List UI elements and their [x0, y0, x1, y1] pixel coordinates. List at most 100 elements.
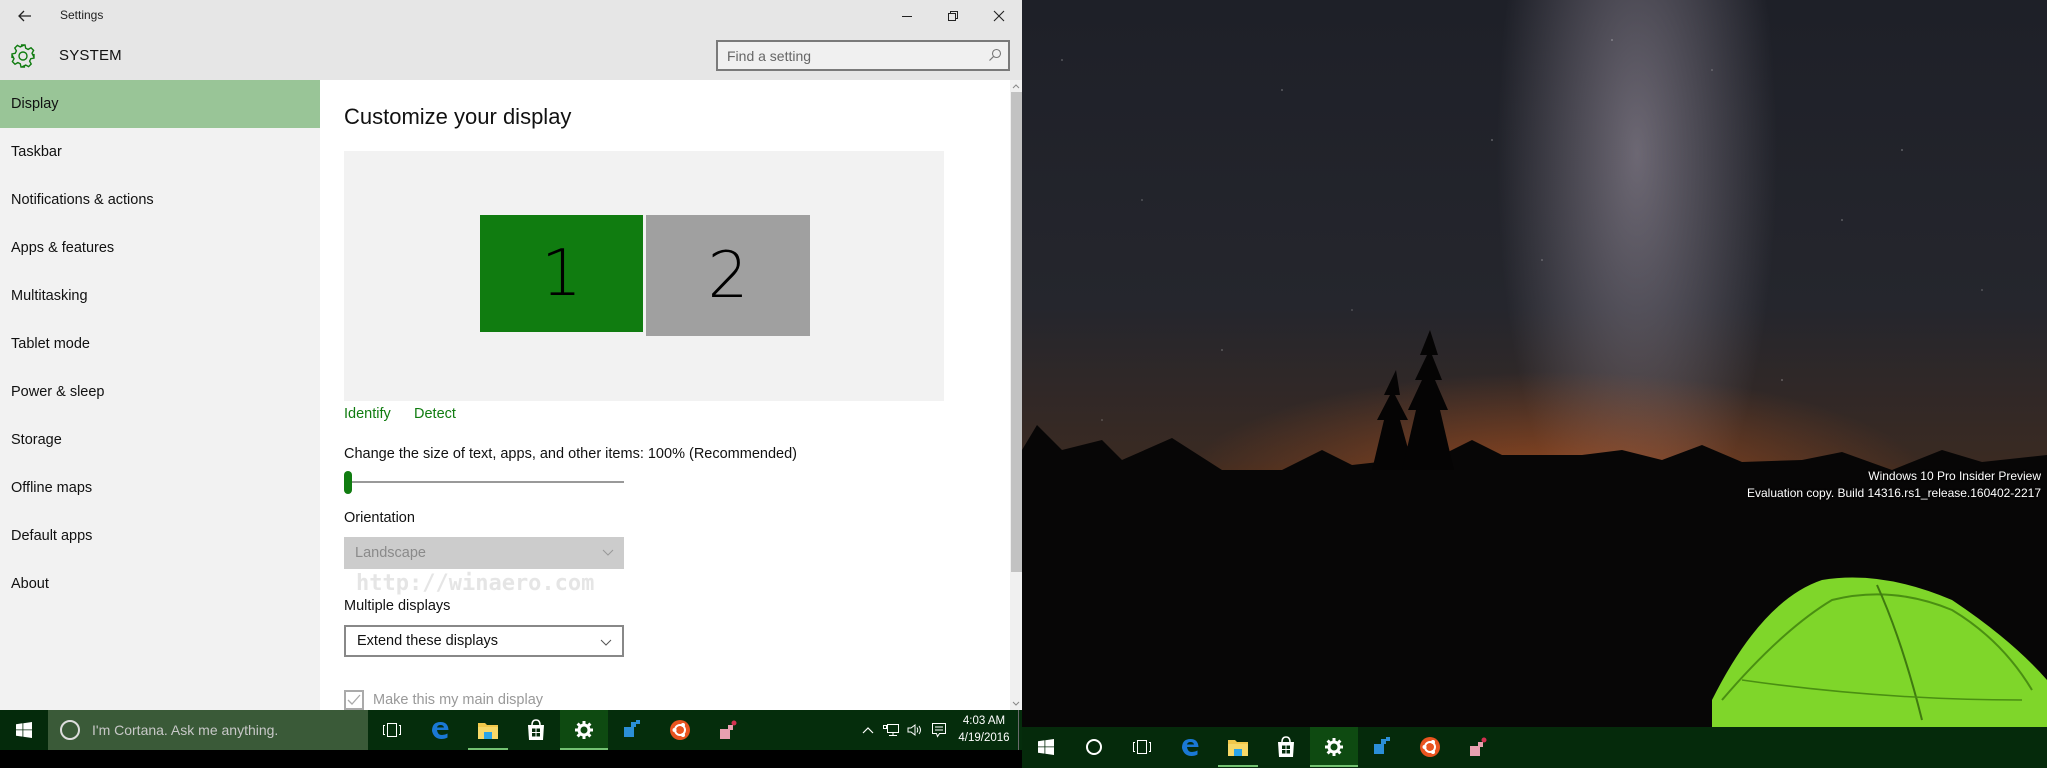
start-button[interactable] [0, 710, 48, 750]
cortana-circle-icon [60, 720, 80, 740]
sidebar-item-label: Default apps [11, 528, 93, 544]
clock-date: 4/19/2016 [958, 732, 1010, 744]
show-hidden-icons-button[interactable] [858, 710, 878, 750]
taskbar-button-winaero-tweaker[interactable] [704, 710, 752, 750]
search-icon[interactable] [988, 48, 1002, 62]
edge-icon [1179, 736, 1201, 758]
content-pane: Customize your display 1 2 Identify Dete… [320, 80, 1010, 710]
settings-window: Settings SYSTEM Find a setting Display T… [0, 0, 1022, 710]
cortana-search-box[interactable]: I'm Cortana. Ask me anything. [48, 710, 368, 750]
sidebar-item-power-sleep[interactable]: Power & sleep [0, 368, 320, 416]
action-center-button[interactable] [928, 710, 950, 750]
search-input[interactable] [727, 47, 977, 64]
right-monitor-desktop: Windows 10 Pro Insider Preview Evaluatio… [1022, 0, 2047, 768]
file-explorer-icon [1227, 737, 1249, 757]
restore-icon [948, 11, 958, 21]
taskbar-button-task-view[interactable] [368, 710, 416, 750]
checkmark-icon [347, 694, 361, 705]
file-explorer-icon [477, 720, 499, 740]
sidebar-item-tablet-mode[interactable]: Tablet mode [0, 320, 320, 368]
scrollbar-thumb[interactable] [1011, 92, 1022, 572]
orientation-label: Orientation [344, 510, 415, 526]
store-icon [526, 719, 546, 741]
chevron-down-icon [602, 549, 614, 556]
main-display-label: Make this my main display [373, 692, 544, 708]
taskbar-button-task-view[interactable] [1118, 727, 1166, 767]
taskbar-button-ubuntu[interactable] [1406, 727, 1454, 767]
task-view-icon [382, 722, 402, 738]
settings-icon [574, 720, 594, 740]
sidebar-nav: Display Taskbar Notifications & actions … [0, 80, 320, 710]
taskbar-button-store[interactable] [512, 710, 560, 750]
volume-button[interactable] [904, 710, 926, 750]
network-button[interactable] [880, 710, 902, 750]
multiple-displays-dropdown[interactable]: Extend these displays [344, 625, 624, 657]
detect-link[interactable]: Detect [414, 406, 456, 422]
chevron-down-icon [1012, 701, 1020, 706]
restore-button[interactable] [930, 0, 976, 32]
monitor-number: 1 [541, 236, 582, 311]
watermark-line-1: Windows 10 Pro Insider Preview [1868, 469, 2041, 483]
windows-logo-icon [1038, 739, 1054, 755]
search-box[interactable] [716, 40, 1010, 71]
monitor-1-tile[interactable]: 1 [480, 215, 643, 332]
scroll-down-button[interactable] [1010, 698, 1022, 710]
scroll-up-button[interactable] [1010, 80, 1022, 92]
chevron-down-icon [600, 639, 612, 646]
sidebar-item-label: Apps & features [11, 240, 115, 256]
taskbar-button-file-explorer[interactable] [464, 710, 512, 750]
clock[interactable]: 4:03 AM 4/19/2016 [950, 713, 1018, 747]
sidebar-item-storage[interactable]: Storage [0, 416, 320, 464]
monitor-number: 2 [707, 238, 749, 313]
taskbar-button-registry-editor[interactable] [1358, 727, 1406, 767]
taskbar-button-settings[interactable] [1310, 727, 1358, 767]
title-bar: Settings SYSTEM [0, 0, 1022, 80]
sidebar-item-multitasking[interactable]: Multitasking [0, 272, 320, 320]
sidebar-item-default-apps[interactable]: Default apps [0, 512, 320, 560]
main-display-checkbox[interactable] [344, 690, 364, 710]
monitor-2-tile[interactable]: 2 [646, 215, 810, 336]
sidebar-item-notifications[interactable]: Notifications & actions [0, 176, 320, 224]
taskbar-button-edge[interactable] [416, 710, 464, 750]
slider-thumb[interactable] [344, 471, 352, 494]
taskbar-button-winaero-tweaker[interactable] [1454, 727, 1502, 767]
sidebar-item-label: About [11, 576, 49, 592]
sidebar-item-apps-features[interactable]: Apps & features [0, 224, 320, 272]
taskbar-primary: I'm Cortana. Ask me anything. 4:03 AM 4/… [0, 710, 1022, 750]
sidebar-item-taskbar[interactable]: Taskbar [0, 128, 320, 176]
vertical-scrollbar[interactable] [1010, 80, 1022, 710]
sidebar-item-label: Offline maps [11, 480, 93, 496]
taskbar-button-windows-logo[interactable] [1022, 727, 1070, 767]
minimize-button[interactable] [884, 0, 930, 32]
cortana-placeholder: I'm Cortana. Ask me anything. [92, 722, 279, 738]
main-display-checkbox-row[interactable]: Make this my main display [344, 690, 543, 710]
multiple-displays-value: Extend these displays [357, 633, 499, 649]
show-desktop-divider[interactable] [1018, 710, 1019, 750]
taskbar-button-settings[interactable] [560, 710, 608, 750]
taskbar-button-file-explorer[interactable] [1214, 727, 1262, 767]
sidebar-item-about[interactable]: About [0, 560, 320, 608]
taskbar-button-store[interactable] [1262, 727, 1310, 767]
identify-link[interactable]: Identify [344, 406, 391, 422]
task-view-icon [1132, 739, 1152, 755]
sidebar-item-label: Tablet mode [11, 336, 90, 352]
back-button[interactable] [10, 2, 40, 30]
sidebar-item-label: Power & sleep [11, 384, 105, 400]
scale-slider[interactable] [344, 471, 624, 495]
winaero-tweaker-icon [1467, 736, 1489, 758]
taskbar-secondary [1022, 727, 2047, 768]
sidebar-item-offline-maps[interactable]: Offline maps [0, 464, 320, 512]
monitor-arrangement: 1 2 [344, 151, 944, 401]
taskbar-button-cortana-circle[interactable] [1070, 727, 1118, 767]
sidebar-item-display[interactable]: Display [0, 80, 320, 128]
ubuntu-icon [1419, 736, 1441, 758]
os-build-watermark: Windows 10 Pro Insider Preview Evaluatio… [1747, 468, 2041, 502]
taskbar-button-ubuntu[interactable] [656, 710, 704, 750]
taskbar-button-edge[interactable] [1166, 727, 1214, 767]
taskbar-button-registry-editor[interactable] [608, 710, 656, 750]
close-button[interactable] [976, 0, 1022, 32]
cortana-circle-icon [1085, 738, 1103, 756]
watermark-line-2: Evaluation copy. Build 14316.rs1_release… [1747, 486, 2041, 500]
orientation-dropdown[interactable]: Landscape [344, 537, 624, 569]
sidebar-item-label: Storage [11, 432, 62, 448]
